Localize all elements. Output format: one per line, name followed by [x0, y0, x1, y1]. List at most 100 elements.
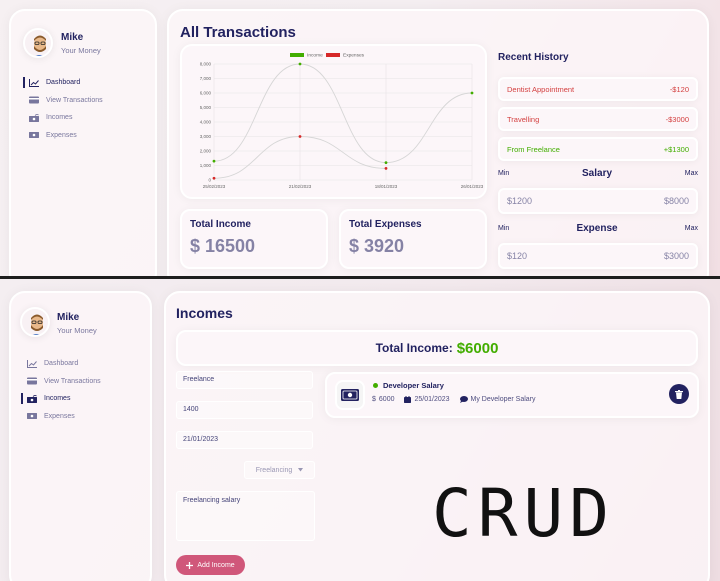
- recent-history-title: Recent History: [498, 52, 569, 63]
- salary-max-label: Max: [684, 170, 698, 177]
- money-bill-trend-icon: [29, 113, 39, 122]
- total-expenses-card: Total Expenses $ 3920: [339, 209, 487, 269]
- salary-min-value: $1200: [507, 196, 533, 206]
- incomes-screenshot: Mike Your Money Dashboard View Transacti…: [0, 279, 720, 581]
- history-amount: -$120: [669, 84, 689, 94]
- income-item-meta: $ 6000 25/01/2023 My Developer Salary: [372, 396, 536, 403]
- sidebar-item-label: Expenses: [46, 131, 77, 139]
- sidebar-item-expenses[interactable]: Expenses: [23, 408, 101, 426]
- sidebar-nav: Dashboard View Transactions Incomes Expe…: [23, 74, 103, 145]
- add-income-label: Add Income: [197, 561, 235, 569]
- y-tick-label: 0: [208, 178, 211, 183]
- money-bill-trend-icon: [27, 394, 37, 403]
- income-title-input[interactable]: Freelance: [176, 371, 313, 389]
- money-bill-down-icon: [29, 132, 39, 139]
- status-dot: [373, 383, 378, 388]
- legend-label: Income: [307, 53, 323, 59]
- sidebar-item-view-transactions[interactable]: View Transactions: [23, 373, 101, 391]
- sidebar-nav: Dashboard View Transactions Incomes Expe…: [21, 355, 101, 426]
- dashboard-main: All Transactions 0 1,000 2,000 3,000 4,000 5,…: [167, 9, 709, 276]
- page-title: Incomes: [176, 305, 233, 321]
- user-subtitle: Your Money: [57, 326, 97, 335]
- description-textarea[interactable]: Freelancing salary: [176, 491, 315, 541]
- chart-line-icon: [29, 78, 39, 87]
- total-income-banner: Total Income: $6000: [176, 330, 698, 366]
- expense-range-header: Min Expense Max: [498, 223, 698, 234]
- legend-swatch: [326, 53, 340, 57]
- income-item-description: My Developer Salary: [470, 396, 536, 403]
- money-icon: [335, 380, 365, 410]
- dashboard-screenshot: Mike Your Money Dashboard View Transacti…: [0, 0, 720, 276]
- line-chart: 0 1,000 2,000 3,000 4,000 5,000 6,000 7,000 8,00…: [200, 53, 484, 189]
- calendar-icon: [404, 396, 412, 403]
- income-amount-input[interactable]: 1400: [176, 401, 313, 419]
- sidebar-item-label: Dashboard: [44, 360, 79, 368]
- sidebar-item-incomes[interactable]: Incomes: [25, 109, 103, 127]
- x-tick-label: 21/02/2023: [289, 184, 312, 189]
- history-label: Travelling: [507, 114, 540, 124]
- salary-range: $1200 $8000: [498, 188, 698, 214]
- category-select[interactable]: Freelancing: [244, 461, 315, 479]
- chevron-down-icon: [298, 468, 304, 472]
- credit-card-icon: [27, 377, 37, 385]
- avatar: [20, 307, 50, 337]
- income-item-date: 25/01/2023: [414, 396, 450, 403]
- x-tick-label: 26/01/2023: [461, 184, 484, 189]
- expense-range: $120 $3000: [498, 243, 698, 269]
- dollar-icon: $: [372, 396, 376, 403]
- y-tick-label: 7,000: [200, 76, 212, 81]
- sidebar-item-view-transactions[interactable]: View Transactions: [25, 92, 103, 110]
- expense-title: Expense: [576, 223, 618, 234]
- total-income-label: Total Income:: [375, 341, 453, 355]
- sidebar-item-label: Expenses: [44, 412, 75, 420]
- data-point: [384, 161, 388, 164]
- income-item-title-row: Developer Salary: [373, 381, 444, 390]
- x-tick-label: 25/02/2023: [203, 184, 226, 189]
- history-amount: +$1300: [663, 144, 689, 154]
- income-item-description-group: My Developer Salary: [459, 396, 536, 403]
- history-amount: -$3000: [665, 114, 689, 124]
- sidebar-item-label: View Transactions: [44, 377, 101, 385]
- total-expenses-value: $ 3920: [349, 236, 405, 256]
- income-item-amount: 6000: [378, 396, 395, 403]
- y-tick-label: 6,000: [200, 91, 212, 96]
- data-point: [470, 91, 474, 95]
- sidebar: Mike Your Money Dashboard View Transacti…: [9, 9, 157, 276]
- salary-range-header: Min Salary Max: [498, 168, 698, 179]
- history-item: Dentist Appointment -$120: [498, 77, 698, 101]
- data-point: [212, 176, 216, 180]
- sidebar-item-label: Incomes: [46, 114, 73, 122]
- income-item-date-group: 25/01/2023: [404, 396, 450, 403]
- expense-min-value: $120: [507, 251, 528, 261]
- legend-label: Expenses: [343, 53, 365, 59]
- add-income-button[interactable]: Add Income: [176, 555, 245, 575]
- total-income-value: $ 16500: [190, 236, 256, 256]
- salary-max-value: $8000: [663, 196, 689, 206]
- page-title: All Transactions: [180, 24, 296, 41]
- income-item-amount-group: $ 6000: [372, 396, 394, 403]
- sidebar-item-expenses[interactable]: Expenses: [25, 127, 103, 145]
- income-item-title: Developer Salary: [383, 381, 444, 390]
- sidebar-item-dashboard[interactable]: Dashboard: [23, 74, 103, 92]
- delete-button[interactable]: [669, 384, 689, 404]
- sidebar-item-incomes[interactable]: Incomes: [21, 390, 101, 408]
- total-income-value: $6000: [456, 339, 499, 357]
- plus-icon: [186, 561, 194, 569]
- avatar: [23, 28, 53, 58]
- data-point: [298, 62, 302, 66]
- money-bill-down-icon: [27, 413, 37, 420]
- expense-max-value: $3000: [663, 251, 689, 261]
- history-label: Dentist Appointment: [507, 84, 575, 94]
- salary-title: Salary: [582, 168, 613, 179]
- income-date-input[interactable]: 21/01/2023: [176, 431, 313, 449]
- crud-overlay-text: CRUD: [432, 475, 615, 552]
- income-item: Developer Salary $ 6000 25/01/2023 My De…: [325, 372, 699, 418]
- sidebar-item-label: View Transactions: [46, 96, 103, 104]
- total-income-card: Total Income $ 16500: [180, 209, 328, 269]
- sidebar-item-dashboard[interactable]: Dashboard: [23, 355, 101, 373]
- expense-max-label: Max: [684, 225, 698, 232]
- history-item: From Freelance +$1300: [498, 137, 698, 161]
- data-point: [298, 135, 302, 138]
- y-tick-label: 1,000: [200, 163, 212, 168]
- credit-card-icon: [29, 96, 39, 104]
